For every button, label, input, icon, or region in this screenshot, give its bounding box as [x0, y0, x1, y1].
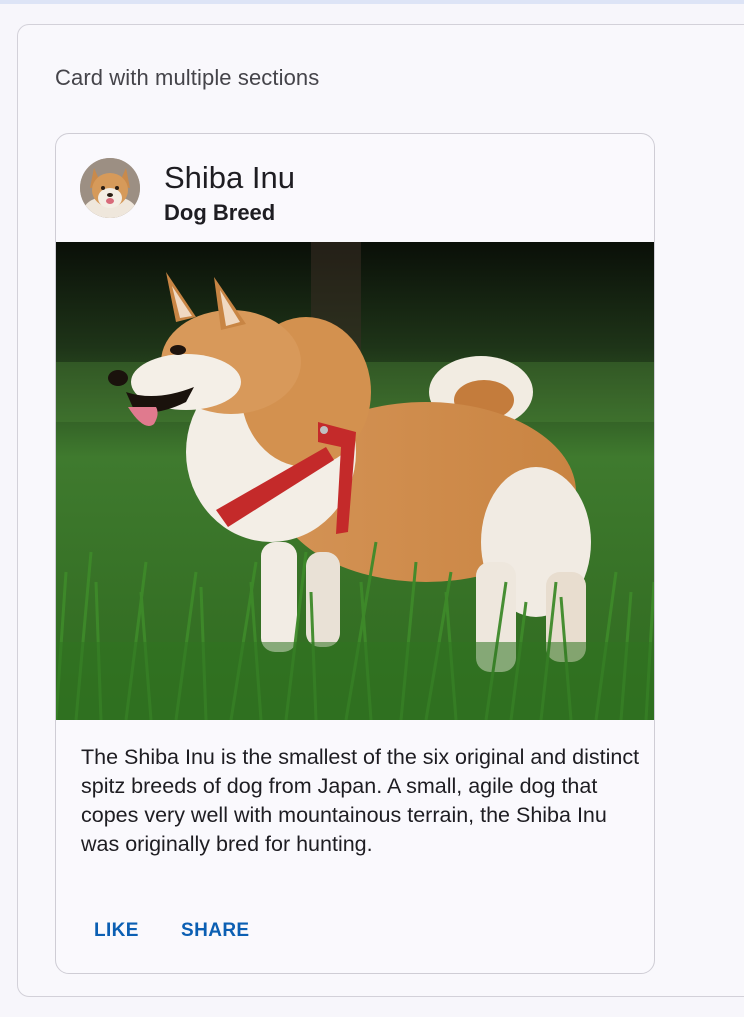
card-title: Shiba Inu	[164, 160, 295, 195]
avatar	[80, 158, 140, 218]
section-title: Card with multiple sections	[55, 65, 320, 90]
share-button[interactable]: SHARE	[167, 911, 264, 951]
shiba-photo	[56, 242, 654, 720]
shiba-avatar-icon	[80, 158, 140, 218]
top-app-bar-strip	[0, 0, 744, 4]
like-button[interactable]: LIKE	[80, 911, 153, 951]
card-media-image	[56, 242, 654, 720]
card-subtitle: Dog Breed	[164, 200, 276, 225]
demo-panel: Card with multiple sections Shiba Inu Do…	[17, 24, 744, 997]
card-header: Shiba Inu Dog Breed	[56, 134, 654, 242]
shiba-card: Shiba Inu Dog Breed The Shiba Inu is the…	[55, 133, 655, 974]
card-description: The Shiba Inu is the smallest of the six…	[81, 745, 640, 856]
